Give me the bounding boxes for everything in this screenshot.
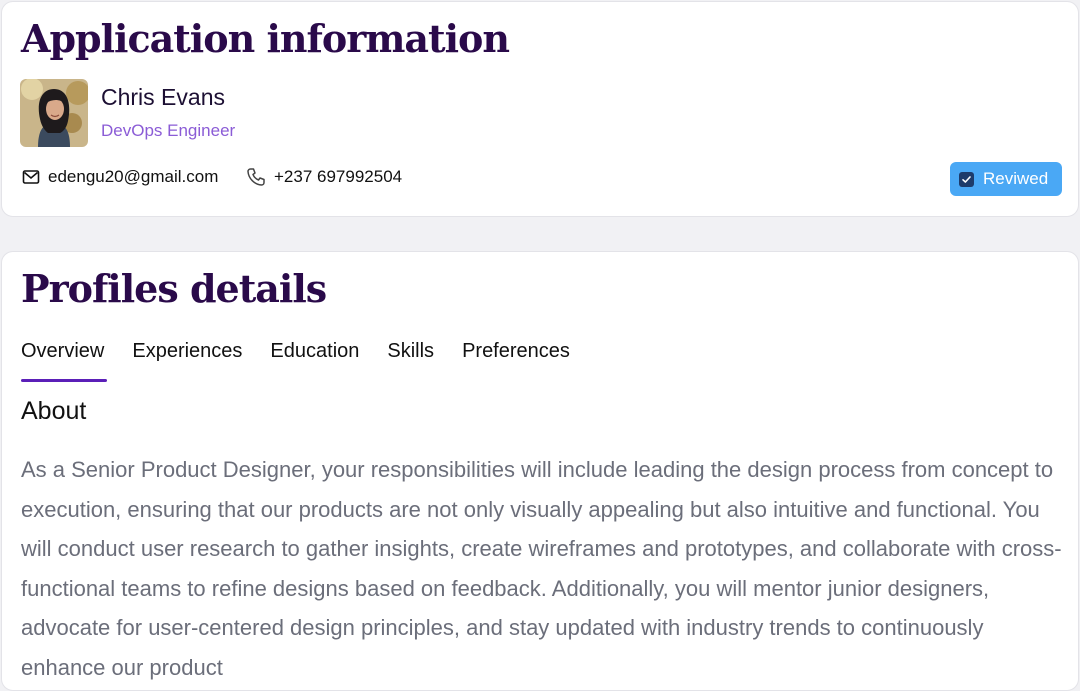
profile-details-card: Profiles details Overview Experiences Ed… <box>1 251 1079 691</box>
tab-skills[interactable]: Skills <box>387 336 434 382</box>
about-text: As a Senior Product Designer, your respo… <box>21 457 1062 680</box>
avatar <box>20 79 88 147</box>
application-info-card: Application information Chris Evans DevO… <box>1 1 1079 217</box>
reviewed-status-badge[interactable]: Reviwed <box>950 162 1062 196</box>
tab-education[interactable]: Education <box>270 336 359 382</box>
contact-email[interactable]: edengu20@gmail.com <box>22 167 218 187</box>
status-label: Reviwed <box>983 169 1049 188</box>
contact-phone[interactable]: +237 697992504 <box>246 167 402 187</box>
tab-experiences[interactable]: Experiences <box>132 336 242 382</box>
profile-heading: Profiles details <box>21 266 327 311</box>
application-heading: Application information <box>21 16 510 61</box>
applicant-role: DevOps Engineer <box>101 121 236 140</box>
email-text: edengu20@gmail.com <box>48 167 219 186</box>
phone-text: +237 697992504 <box>274 167 403 186</box>
applicant-name: Chris Evans <box>101 84 225 110</box>
profile-tabs: Overview Experiences Education Skills Pr… <box>21 336 598 382</box>
checkbox-checked-icon <box>959 171 974 187</box>
about-title: About <box>21 397 87 425</box>
mail-icon <box>22 170 40 184</box>
tab-preferences[interactable]: Preferences <box>462 336 570 382</box>
avatar-image <box>20 79 88 147</box>
phone-icon <box>247 168 265 186</box>
tab-overview[interactable]: Overview <box>21 336 108 382</box>
